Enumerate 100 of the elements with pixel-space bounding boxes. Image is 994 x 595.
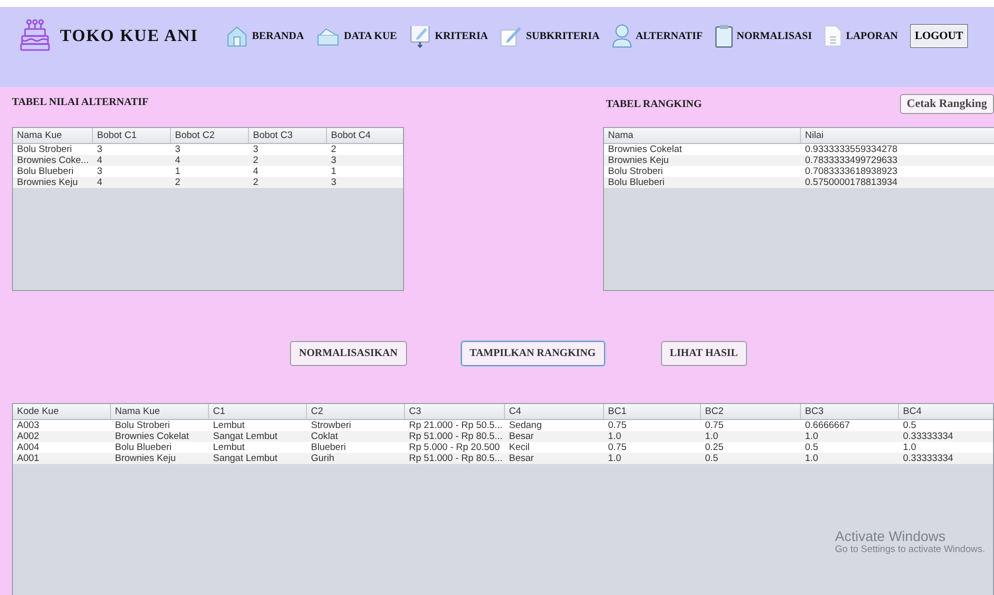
column-header[interactable]: Kode Kue [13, 404, 111, 419]
table-cell-text: 3 [330, 177, 338, 188]
table-cell-text: 3 [96, 166, 104, 177]
table-cell-text: 1 [174, 166, 182, 177]
cake-icon [20, 19, 50, 53]
nav-menu-item[interactable]: DATA KUE [316, 26, 397, 46]
nav-menu-item[interactable]: LAPORAN [824, 25, 898, 47]
column-header[interactable]: BC3 [801, 404, 899, 419]
column-header[interactable]: Bobot C3 [249, 128, 327, 143]
table-cell-text: 3 [96, 144, 104, 155]
column-header[interactable]: BC4 [899, 404, 993, 419]
table-cell-text: 0.5750000178813934 [804, 177, 898, 188]
table-cell-text: Brownies Keju [607, 155, 670, 166]
table-cell-text: 4 [174, 155, 182, 166]
table-cell-text: Brownies Cokelat [114, 431, 190, 442]
table-cell-text: Rp 5.000 - Rp 20.500 [408, 442, 501, 453]
table-cell-text: Kecil [508, 442, 531, 453]
table-cell-text: Brownies Keju [114, 453, 177, 464]
table-cell-text: 4 [96, 177, 104, 188]
column-header[interactable]: BC1 [604, 404, 701, 419]
table-cell-text: 0.6666667 [804, 420, 851, 431]
column-header[interactable]: BC2 [701, 404, 801, 419]
table-cell-text: Brownies Coke... [16, 155, 90, 166]
table-cell-text: 0.5 [804, 442, 820, 453]
table-cell-text: Brownies Keju [16, 177, 79, 188]
action-button[interactable]: TAMPILKAN RANGKING [460, 341, 605, 366]
table-cell-text: Lembut [212, 420, 246, 431]
table-cell-text: Bolu Stroberi [607, 166, 664, 177]
table-cell-text: 3 [330, 155, 338, 166]
nav-menu-item[interactable]: KRITERIA [408, 24, 488, 48]
table-cell-text: 1.0 [804, 431, 820, 442]
table-cell-text: 4 [96, 155, 104, 166]
table-cell-text: 0.33333334 [902, 431, 954, 442]
column-header[interactable]: Nama Kue [13, 128, 93, 143]
column-header[interactable]: Nama Kue [111, 404, 209, 419]
store-title: TOKO KUE ANI [60, 26, 198, 46]
table-cell-text: 1.0 [902, 442, 918, 453]
table-cell-text: 0.7083333618938923 [804, 166, 898, 177]
column-header[interactable]: C3 [405, 404, 505, 419]
table-cell-text: 1 [330, 166, 338, 177]
table-cell-text: Rp 51.000 - Rp 80.5... [408, 453, 504, 464]
nav-menu-item[interactable]: ALTERNATIF [612, 24, 703, 48]
table-cell-text: 0.75 [607, 442, 628, 453]
table-cell-text: 2 [252, 177, 260, 188]
table-cell-text: 0.5 [704, 453, 720, 464]
table-cell-text: 1.0 [607, 453, 622, 464]
person-icon [612, 24, 632, 48]
section-title: TABEL RANGKING [606, 98, 702, 110]
table-cell-text: 1.0 [607, 431, 622, 442]
table-cell-text: 0.33333334 [902, 453, 954, 464]
table-cell-text: 3 [252, 144, 260, 155]
table-cell-text: A004 [16, 442, 40, 453]
column-header[interactable]: C1 [209, 404, 307, 419]
table-cell-text: A003 [16, 420, 40, 431]
column-header[interactable]: C4 [505, 404, 604, 419]
table-cell-text: A001 [16, 453, 40, 464]
table-cell-text: 3 [174, 144, 182, 155]
print-button[interactable]: Cetak Rangking [900, 94, 994, 114]
logout-button[interactable]: LOGOUT [910, 24, 968, 48]
table-cell-text: Strowberi [310, 420, 352, 431]
table-cell-text: 0.9333333559334278 [804, 144, 898, 155]
table-cell-text: 0.25 [704, 442, 724, 453]
nav-menu-item[interactable]: SUBKRITERIA [500, 25, 600, 47]
table-cell-text: Brownies Cokelat [607, 144, 683, 155]
table-cell-text: 2 [174, 177, 182, 188]
table-cell-text: Gurih [310, 453, 336, 464]
activation-notice-text: Go to Settings to activate Windows. [835, 544, 985, 555]
table-cell-text: Sedang [508, 420, 543, 431]
pencil-paper-icon [500, 25, 522, 47]
table-cell-text: 4 [252, 166, 260, 177]
column-header[interactable]: Nilai [801, 128, 994, 143]
clipboard-icon [714, 24, 733, 48]
nav-menu-item[interactable]: BERANDA [226, 25, 304, 47]
table-cell-text: 0.5 [902, 420, 918, 431]
table-cell-text: Rp 21.000 - Rp 50.5... [408, 420, 504, 431]
action-button[interactable]: LIHAT HASIL [660, 341, 747, 366]
table-cell-text: Bolu Blueberi [114, 442, 173, 453]
table-cell-text: Sangat Lembut [212, 453, 278, 464]
table-cell-text: Bolu Stroberi [16, 144, 73, 155]
house-icon [226, 25, 248, 47]
table-cell-text: 1.0 [804, 453, 820, 464]
table-cell-text: Coklat [310, 431, 339, 442]
table-cell-text: Rp 51.000 - Rp 80.5... [408, 431, 504, 442]
table-cell-text: 1.0 [704, 431, 720, 442]
document-icon [824, 25, 842, 47]
table-cell-text: Blueberi [310, 442, 347, 453]
column-header[interactable]: Bobot C4 [327, 128, 403, 143]
table-cell-text: Besar [508, 453, 535, 464]
nav-menu-item[interactable]: NORMALISASI [714, 24, 812, 48]
table-cell-text: 2 [252, 155, 260, 166]
column-header[interactable]: Nama [604, 128, 801, 143]
table-cell-text: Lembut [212, 442, 246, 453]
table-cell-text: Bolu Blueberi [16, 166, 75, 177]
section-title: TABEL NILAI ALTERNATIF [12, 97, 150, 108]
table-cell-text: A002 [16, 431, 40, 442]
column-header[interactable]: C2 [307, 404, 405, 419]
action-button[interactable]: NORMALISASIKAN [290, 341, 407, 366]
table-cell-text: 0.75 [704, 420, 724, 431]
column-header[interactable]: Bobot C2 [171, 128, 249, 143]
column-header[interactable]: Bobot C1 [93, 128, 171, 143]
